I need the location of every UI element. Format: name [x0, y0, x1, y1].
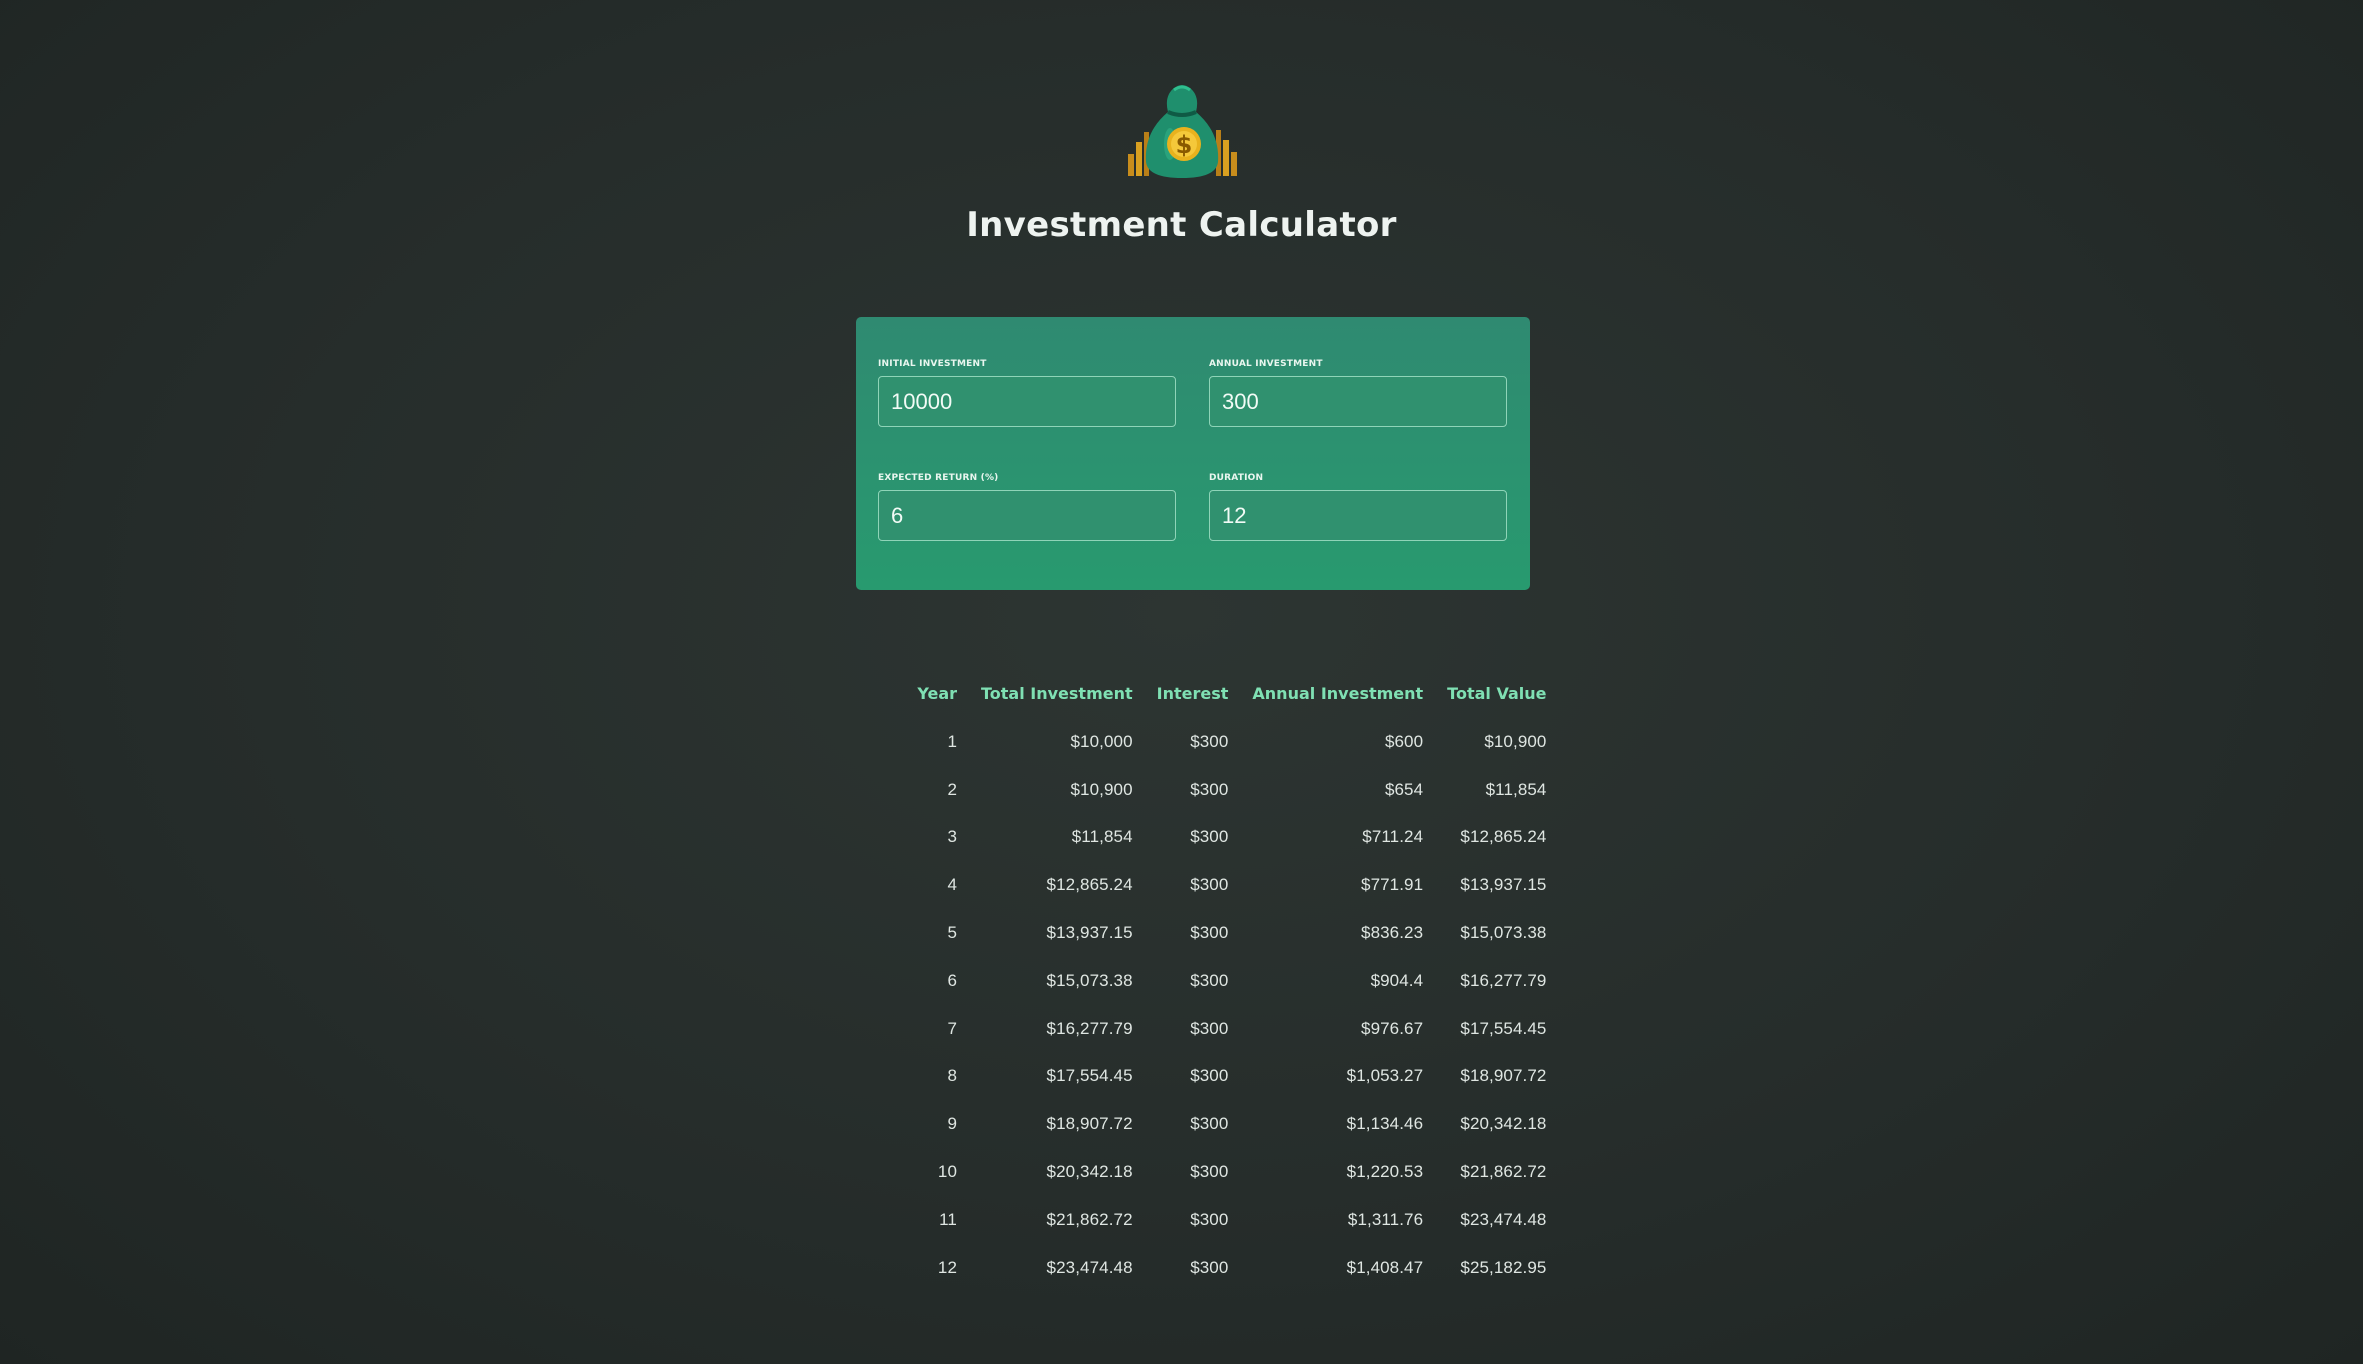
cell-interest: $300	[1190, 1257, 1229, 1277]
cell-total-value: $17,554.45	[1460, 1018, 1547, 1038]
cell-total-investment: $16,277.79	[1046, 1018, 1133, 1038]
expected-return-input[interactable]	[878, 490, 1176, 541]
table-row: 12 $23,474.48 $300 $1,408.47 $25,182.95	[905, 1244, 1558, 1292]
page-title: Investment Calculator	[966, 205, 1397, 245]
cell-total-investment: $17,554.45	[1046, 1066, 1133, 1086]
cell-total-investment: $23,474.48	[1046, 1257, 1133, 1277]
annual-investment-label: ANNUAL INVESTMENT	[1209, 359, 1323, 369]
cell-annual-investment: $711.24	[1362, 827, 1424, 847]
cell-total-value: $15,073.38	[1460, 923, 1547, 943]
table-row: 10 $20,342.18 $300 $1,220.53 $21,862.72	[905, 1148, 1558, 1196]
annual-investment-input[interactable]	[1209, 376, 1507, 427]
cell-interest: $300	[1190, 779, 1229, 799]
cell-total-investment: $15,073.38	[1046, 970, 1133, 990]
header-annual-investment: Annual Investment	[1252, 683, 1424, 703]
cell-interest: $300	[1190, 875, 1229, 895]
svg-text:$: $	[1175, 131, 1192, 159]
expected-return-label: EXPECTED RETURN (%)	[878, 473, 999, 483]
table-row: 1 $10,000 $300 $600 $10,900	[905, 718, 1558, 766]
cell-total-value: $16,277.79	[1460, 970, 1547, 990]
header-total-value: Total Value	[1447, 683, 1547, 703]
cell-annual-investment: $976.67	[1361, 1018, 1424, 1038]
cell-year: 8	[947, 1066, 957, 1086]
cell-year: 4	[947, 875, 957, 895]
table-row: 3 $11,854 $300 $711.24 $12,865.24	[905, 814, 1558, 862]
header-interest: Interest	[1156, 683, 1229, 703]
expected-return-field: EXPECTED RETURN (%)	[878, 473, 1176, 541]
cell-annual-investment: $1,311.76	[1347, 1209, 1424, 1229]
cell-interest: $300	[1190, 1018, 1229, 1038]
cell-year: 9	[947, 1114, 957, 1134]
table-row: 8 $17,554.45 $300 $1,053.27 $18,907.72	[905, 1053, 1558, 1101]
cell-total-value: $13,937.15	[1460, 875, 1547, 895]
input-panel: INITIAL INVESTMENT ANNUAL INVESTMENT EXP…	[856, 317, 1530, 590]
cell-interest: $300	[1190, 1162, 1229, 1182]
cell-total-value: $12,865.24	[1460, 827, 1547, 847]
cell-interest: $300	[1190, 1066, 1229, 1086]
cell-interest: $300	[1190, 1114, 1229, 1134]
cell-annual-investment: $1,134.46	[1346, 1114, 1424, 1134]
table-row: 4 $12,865.24 $300 $771.91 $13,937.15	[905, 861, 1558, 909]
cell-interest: $300	[1190, 827, 1229, 847]
duration-field: DURATION	[1209, 473, 1507, 541]
cell-total-investment: $11,854	[1071, 827, 1133, 847]
cell-total-investment: $10,000	[1070, 731, 1133, 751]
initial-investment-input[interactable]	[878, 376, 1176, 427]
cell-year: 7	[947, 1018, 957, 1038]
annual-investment-field: ANNUAL INVESTMENT	[1209, 359, 1507, 427]
cell-annual-investment: $600	[1384, 731, 1424, 751]
table-row: 2 $10,900 $300 $654 $11,854	[905, 766, 1558, 814]
duration-input[interactable]	[1209, 490, 1507, 541]
table-header-row: Year Total Investment Interest Annual In…	[905, 668, 1558, 718]
cell-year: 1	[947, 731, 957, 751]
cell-interest: $300	[1190, 731, 1229, 751]
cell-total-investment: $12,865.24	[1046, 875, 1133, 895]
cell-annual-investment: $836.23	[1361, 923, 1424, 943]
cell-year: 5	[947, 923, 957, 943]
cell-annual-investment: $654	[1384, 779, 1424, 799]
cell-year: 12	[937, 1257, 957, 1277]
cell-interest: $300	[1190, 1209, 1229, 1229]
table-row: 7 $16,277.79 $300 $976.67 $17,554.45	[905, 1005, 1558, 1053]
table-row: 11 $21,862.72 $300 $1,311.76 $23,474.48	[905, 1196, 1558, 1244]
cell-interest: $300	[1190, 923, 1229, 943]
table-row: 6 $15,073.38 $300 $904.4 $16,277.79	[905, 957, 1558, 1005]
cell-annual-investment: $1,053.27	[1346, 1066, 1424, 1086]
initial-investment-label: INITIAL INVESTMENT	[878, 359, 987, 369]
duration-label: DURATION	[1209, 473, 1264, 483]
cell-year: 11	[939, 1209, 957, 1229]
cell-total-value: $10,900	[1484, 731, 1547, 751]
cell-total-value: $23,474.48	[1460, 1209, 1547, 1229]
cell-total-value: $20,342.18	[1460, 1114, 1547, 1134]
cell-total-investment: $13,937.15	[1046, 923, 1133, 943]
cell-total-value: $21,862.72	[1460, 1162, 1547, 1182]
header-total-investment: Total Investment	[981, 683, 1133, 703]
cell-total-investment: $20,342.18	[1046, 1162, 1133, 1182]
cell-total-investment: $21,862.72	[1046, 1209, 1133, 1229]
cell-year: 10	[937, 1162, 957, 1182]
money-bag-icon: $	[1127, 85, 1237, 178]
cell-total-investment: $18,907.72	[1046, 1114, 1133, 1134]
table-row: 5 $13,937.15 $300 $836.23 $15,073.38	[905, 909, 1558, 957]
app-header: $ Investment Calculator	[0, 82, 2363, 245]
cell-year: 2	[947, 779, 957, 799]
cell-total-investment: $10,900	[1070, 779, 1133, 799]
cell-total-value: $18,907.72	[1460, 1066, 1547, 1086]
cell-total-value: $25,182.95	[1460, 1257, 1547, 1277]
cell-annual-investment: $1,408.47	[1346, 1257, 1424, 1277]
results-table: Year Total Investment Interest Annual In…	[905, 668, 1558, 1292]
table-row: 9 $18,907.72 $300 $1,134.46 $20,342.18	[905, 1100, 1558, 1148]
header-year: Year	[917, 683, 957, 703]
cell-annual-investment: $1,220.53	[1346, 1162, 1424, 1182]
cell-annual-investment: $904.4	[1370, 970, 1424, 990]
cell-interest: $300	[1190, 970, 1229, 990]
cell-year: 3	[947, 827, 957, 847]
initial-investment-field: INITIAL INVESTMENT	[878, 359, 1176, 427]
cell-total-value: $11,854	[1485, 779, 1547, 799]
cell-year: 6	[947, 970, 957, 990]
table-body: 1 $10,000 $300 $600 $10,900 2 $10,900 $300 $654 $…	[905, 718, 1558, 1292]
cell-annual-investment: $771.91	[1361, 875, 1424, 895]
